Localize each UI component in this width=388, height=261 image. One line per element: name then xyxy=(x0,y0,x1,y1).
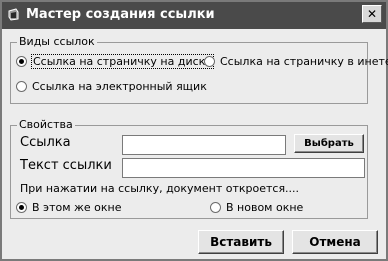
cancel-button[interactable]: Отмена xyxy=(292,230,378,254)
link-types-group-label: Виды ссылок xyxy=(17,35,97,48)
close-icon: ✕ xyxy=(366,7,378,21)
radio-label: В этом же окне xyxy=(32,201,122,214)
radio-button[interactable] xyxy=(16,81,27,92)
radio-label: Ссылка на электронный ящик xyxy=(32,80,207,93)
title-bar[interactable]: Мастер создания ссылки ✕ xyxy=(2,2,386,29)
radio-button[interactable] xyxy=(16,202,27,213)
dialog-window: Мастер создания ссылки ✕ Виды ссылок Ссы… xyxy=(0,0,388,261)
app-icon xyxy=(8,8,19,21)
radio-label: Ссылка на страничку на диске xyxy=(30,54,215,69)
radio-new-window[interactable]: В новом окне xyxy=(210,201,303,214)
window-title: Мастер создания ссылки xyxy=(26,7,215,22)
link-text-label: Текст ссылки xyxy=(20,158,112,173)
radio-label: Ссылка на страничку в инете xyxy=(220,55,388,68)
link-text-input[interactable] xyxy=(122,158,365,178)
radio-button[interactable] xyxy=(204,56,215,67)
properties-group-label: Свойства xyxy=(17,118,75,131)
radio-button[interactable] xyxy=(210,202,221,213)
radio-button[interactable] xyxy=(16,56,27,67)
radio-label: В новом окне xyxy=(226,201,304,214)
radio-link-email[interactable]: Ссылка на электронный ящик xyxy=(16,80,207,93)
open-hint: При нажатии на ссылку, документ откроетс… xyxy=(20,182,300,195)
radio-link-internet[interactable]: Ссылка на страничку в инете xyxy=(204,55,388,68)
radio-link-disk[interactable]: Ссылка на страничку на диске xyxy=(16,54,215,69)
radio-same-window[interactable]: В этом же окне xyxy=(16,201,122,214)
link-input[interactable] xyxy=(122,135,286,155)
link-field-label: Ссылка xyxy=(20,135,71,150)
browse-button[interactable]: Выбрать xyxy=(294,134,364,153)
close-button[interactable]: ✕ xyxy=(362,5,382,23)
link-types-group: Виды ссылок xyxy=(10,35,368,104)
insert-button[interactable]: Вставить xyxy=(198,230,284,254)
